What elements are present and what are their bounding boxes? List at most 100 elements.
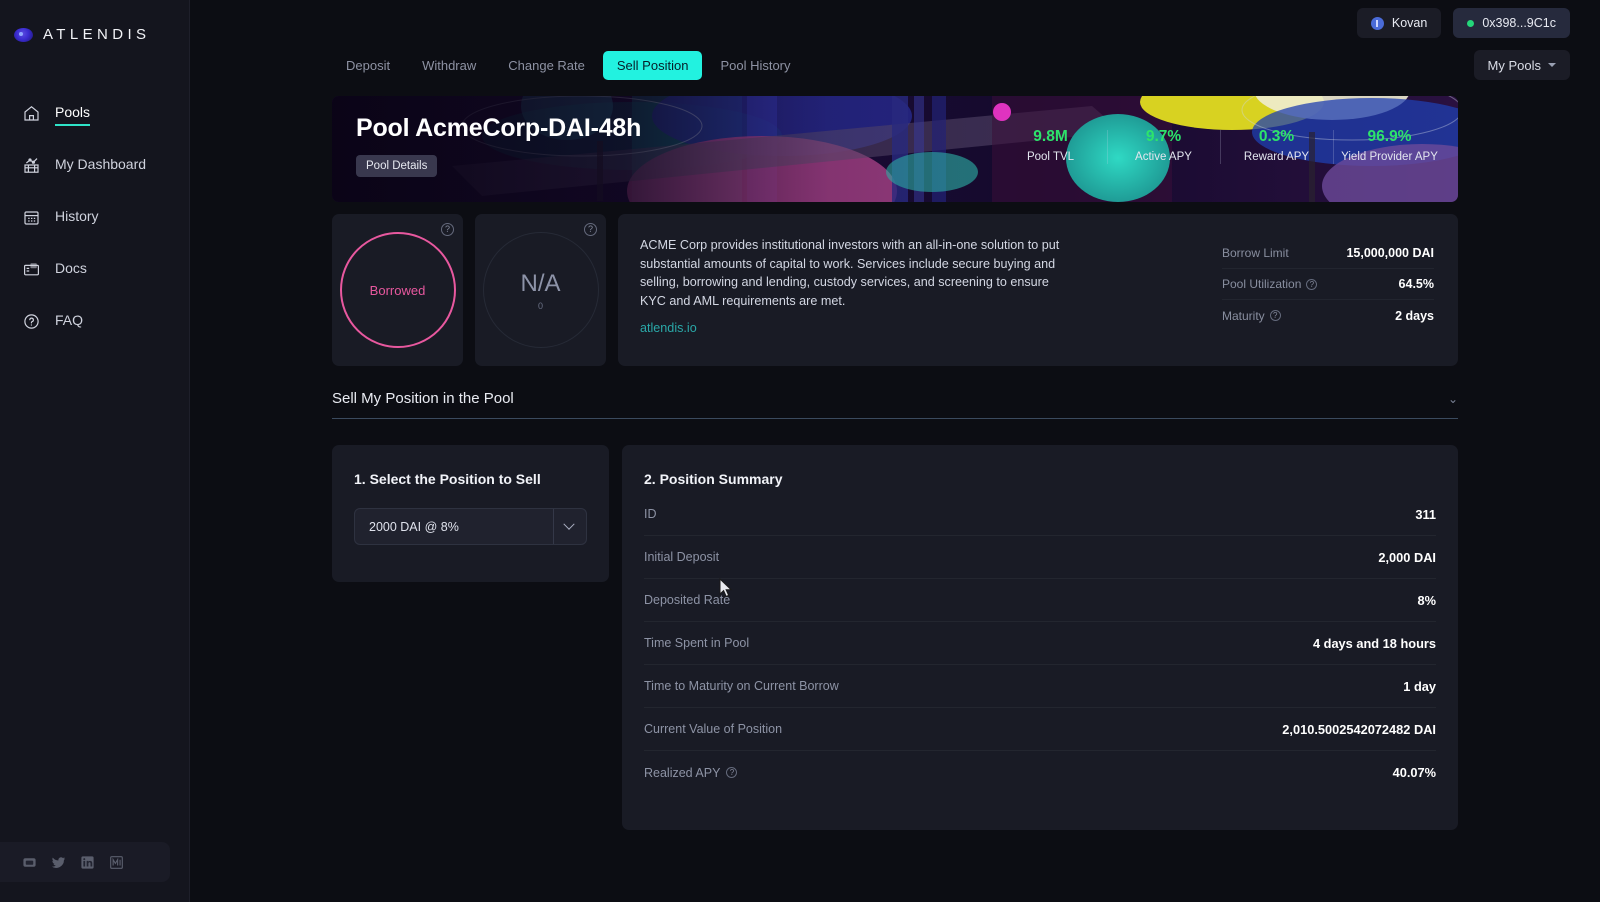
sidebar-item-label: Pools — [55, 104, 91, 126]
row-label: Realized APY — [644, 765, 721, 780]
sidebar-item-label: History — [55, 207, 99, 224]
sidebar-item-docs[interactable]: Docs — [0, 243, 189, 295]
home-icon — [22, 104, 41, 123]
brand-name: ATLENDIS — [43, 26, 151, 43]
atlendis-logo-icon — [14, 27, 33, 42]
sidebar-nav: Pools My Dashboard History Docs FAQ — [0, 87, 189, 347]
stat-label: Yield Provider APY — [1341, 151, 1438, 163]
help-icon[interactable]: ? — [726, 767, 738, 778]
medium-icon[interactable] — [109, 855, 124, 870]
help-icon[interactable]: ? — [441, 223, 454, 236]
status-dot-icon — [1467, 19, 1475, 27]
sidebar-item-history[interactable]: History — [0, 191, 189, 243]
gauge-sublabel: 0 — [537, 300, 543, 311]
row-label-wrap: Realized APY ? — [644, 765, 738, 780]
question-circle-icon — [22, 312, 41, 331]
sidebar-item-faq[interactable]: FAQ — [0, 295, 189, 347]
na-gauge-card: ? N/A 0 — [475, 214, 606, 366]
row-value: 2,010.5002542072482 DAI — [1282, 721, 1436, 737]
panel-title: 1. Select the Position to Sell — [354, 471, 541, 487]
my-pools-button[interactable]: My Pools — [1473, 50, 1570, 80]
page-title: Pool AcmeCorp-DAI-48h — [356, 114, 642, 142]
tab-sell-position[interactable]: Sell Position — [602, 50, 703, 80]
stat-value: 0.3% — [1258, 128, 1295, 145]
row-label: Current Value of Position — [644, 722, 783, 736]
summary-row-time-spent-in-pool: Time Spent in Pool 4 days and 18 hours — [644, 622, 1436, 665]
app-root: ATLENDIS Pools My Dashboard History Docs… — [0, 0, 1600, 902]
help-icon[interactable]: ? — [1269, 310, 1281, 321]
position-summary-panel: 2. Position Summary ID 311 Initial Depos… — [622, 445, 1458, 830]
stat-label: Active APY — [1135, 151, 1192, 163]
stat-value: 9.8M — [1033, 128, 1068, 145]
pool-tabs: Deposit Withdraw Change Rate Sell Positi… — [332, 50, 805, 80]
row-value: 2,000 DAI — [1378, 549, 1436, 565]
sell-position-section-header[interactable]: Sell My Position in the Pool ⌄ — [332, 390, 1458, 419]
banner-stats: 9.8M Pool TVL 9.7% Active APY 0.3% Rewar… — [994, 128, 1446, 164]
tab-pool-history[interactable]: Pool History — [706, 51, 804, 80]
network-chip[interactable]: Kovan — [1356, 8, 1442, 38]
help-icon[interactable]: ? — [1306, 278, 1318, 290]
tab-change-rate[interactable]: Change Rate — [494, 51, 599, 80]
chevron-down-icon[interactable]: ⌄ — [1448, 393, 1458, 405]
twitter-icon[interactable] — [51, 855, 66, 870]
stat-label: Reward APY — [1243, 151, 1310, 163]
borrowed-gauge-card: ? Borrowed — [332, 214, 463, 366]
social-links — [0, 842, 170, 882]
summary-row-initial-deposit: Initial Deposit 2,000 DAI — [644, 536, 1436, 579]
stat-label: Pool Utilization — [1222, 277, 1302, 291]
page-content: Pool AcmeCorp-DAI-48h Pool Details 9.8M … — [190, 84, 1600, 830]
tab-deposit[interactable]: Deposit — [332, 51, 404, 80]
info-row: ? Borrowed ? N/A 0 ACME Corp provides in… — [332, 214, 1458, 366]
wallet-address: 0x398...9C1c — [1482, 16, 1556, 30]
pool-description-panel: ACME Corp provides institutional investo… — [618, 214, 1458, 366]
stat-row-pool-utilization: Pool Utilization ? 64.5% — [1222, 269, 1434, 300]
stat-value: 9.7% — [1145, 128, 1182, 145]
row-label: Initial Deposit — [644, 550, 720, 564]
sell-position-panels: 1. Select the Position to Sell 2000 DAI … — [332, 445, 1458, 830]
linkedin-icon[interactable] — [80, 855, 95, 870]
stat-row-borrow-limit: Borrow Limit 15,000,000 DAI — [1222, 238, 1434, 269]
gauge-label: Borrowed — [369, 282, 426, 298]
chevron-down-icon[interactable] — [553, 509, 586, 544]
tab-withdraw[interactable]: Withdraw — [408, 51, 490, 80]
sidebar-item-label: FAQ — [55, 311, 84, 328]
tabs-row: Deposit Withdraw Change Rate Sell Positi… — [190, 46, 1600, 84]
row-value: 311 — [1415, 506, 1436, 522]
brand: ATLENDIS — [0, 0, 189, 43]
row-label: Time to Maturity on Current Borrow — [644, 679, 839, 693]
sidebar-item-pools[interactable]: Pools — [0, 87, 189, 139]
position-select[interactable]: 2000 DAI @ 8% — [354, 508, 587, 545]
stat-yield-provider-apy: 96.9% Yield Provider APY — [1333, 128, 1446, 164]
stat-label: Borrow Limit — [1222, 246, 1289, 260]
docs-icon — [22, 260, 41, 279]
network-icon — [1370, 16, 1384, 30]
row-label: Deposited Rate — [644, 593, 731, 607]
help-icon[interactable]: ? — [584, 223, 597, 236]
stat-reward-apy: 0.3% Reward APY — [1220, 128, 1333, 164]
summary-row-current-value: Current Value of Position 2,010.50025420… — [644, 708, 1436, 751]
discord-icon[interactable] — [22, 855, 37, 870]
sidebar-item-my-dashboard[interactable]: My Dashboard — [0, 139, 189, 191]
bar-chart-icon — [22, 156, 41, 175]
calendar-icon — [22, 208, 41, 227]
stat-label: Maturity — [1222, 308, 1265, 323]
sidebar-item-label: My Dashboard — [55, 155, 147, 172]
stat-pool-tvl: 9.8M Pool TVL — [994, 128, 1107, 163]
description-block: ACME Corp provides institutional investo… — [640, 236, 1070, 337]
stat-value: 2 days — [1395, 308, 1434, 323]
na-ring: N/A 0 — [482, 232, 599, 348]
row-value: 40.07% — [1392, 765, 1436, 780]
stat-label-wrap: Pool Utilization ? — [1222, 277, 1318, 291]
position-select-value: 2000 DAI @ 8% — [369, 519, 459, 534]
stat-value: 96.9% — [1367, 128, 1412, 145]
website-link[interactable]: atlendis.io — [640, 321, 697, 335]
pool-details-button[interactable]: Pool Details — [356, 155, 438, 177]
summary-row-id: ID 311 — [644, 493, 1436, 536]
stat-value: 64.5% — [1398, 277, 1434, 291]
wallet-chip[interactable]: 0x398...9C1c — [1453, 8, 1570, 38]
select-position-panel: 1. Select the Position to Sell 2000 DAI … — [332, 445, 609, 582]
stat-row-maturity: Maturity ? 2 days — [1222, 300, 1434, 331]
stat-label-wrap: Maturity ? — [1222, 309, 1281, 323]
pool-banner: Pool AcmeCorp-DAI-48h Pool Details 9.8M … — [332, 96, 1458, 202]
main-content: Kovan 0x398...9C1c Deposit Withdraw Chan… — [190, 0, 1600, 902]
